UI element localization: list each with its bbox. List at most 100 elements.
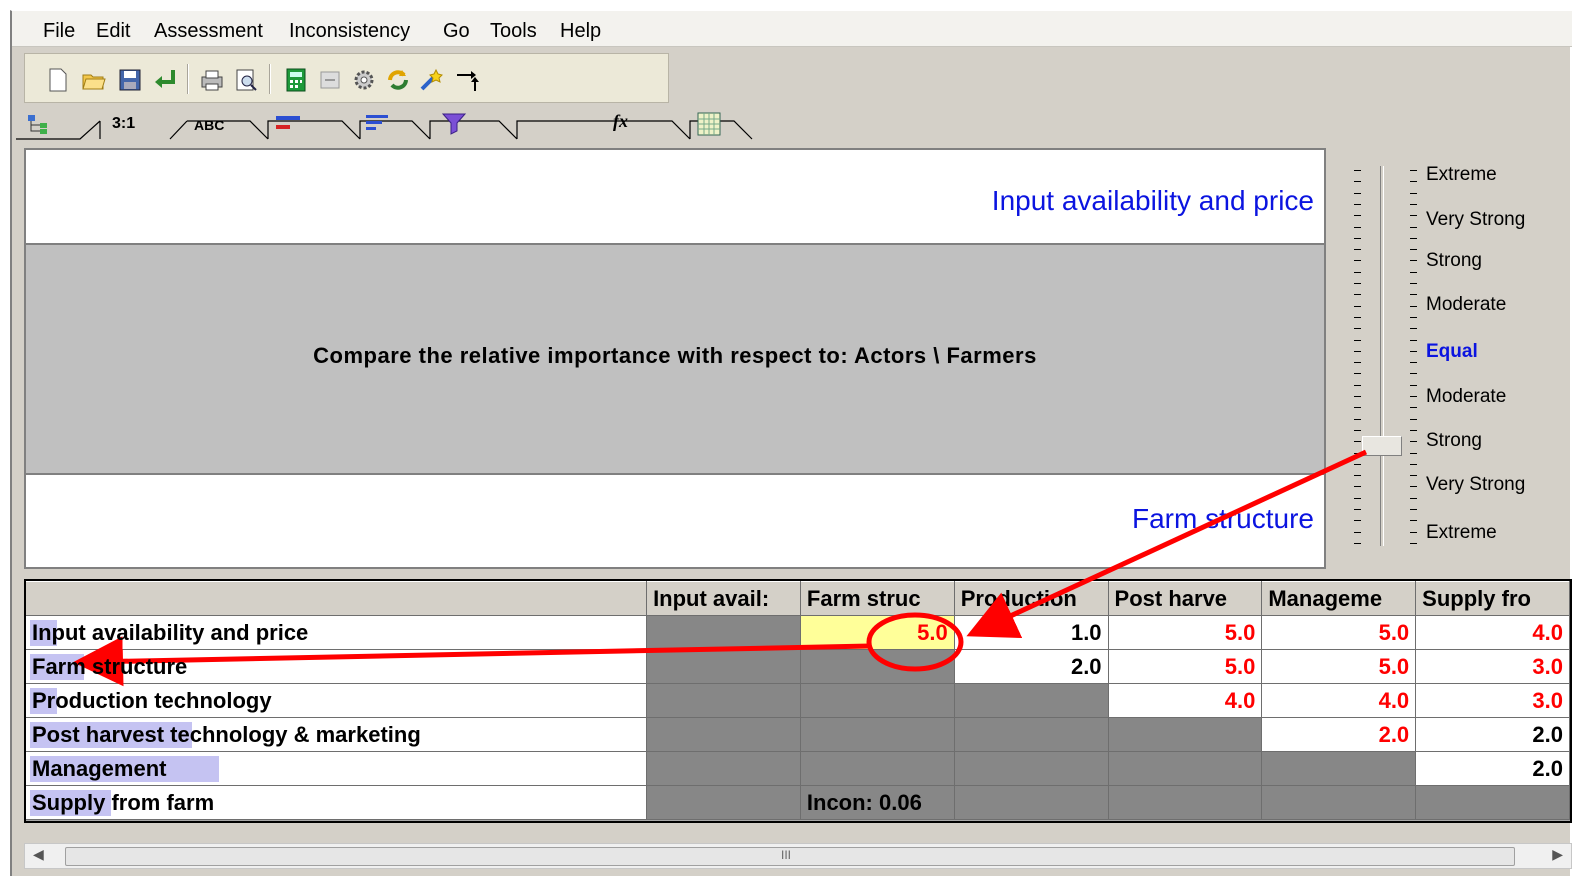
table-row: Production technology 4.0 4.0 3.0 xyxy=(26,683,1570,718)
menu-help[interactable]: Help xyxy=(560,20,601,43)
scale-label-strong-bottom[interactable]: Strong xyxy=(1426,430,1482,452)
matrix-cell[interactable]: 5.0 xyxy=(1261,615,1417,650)
matrix-cell[interactable]: 3.0 xyxy=(1415,683,1570,718)
matrix-cell[interactable]: 2.0 xyxy=(1415,751,1570,786)
scale-tick xyxy=(1354,373,1361,375)
scale-label-equal[interactable]: Equal xyxy=(1426,341,1478,363)
scale-tick xyxy=(1354,509,1361,510)
scale-tick xyxy=(1354,441,1361,443)
scale-tick xyxy=(1410,283,1417,284)
menu-inconsistency[interactable]: Inconsistency xyxy=(289,20,410,43)
matrix-cell[interactable]: 5.0 xyxy=(1108,649,1263,684)
scale-tick xyxy=(1354,283,1361,284)
arrows-icon[interactable] xyxy=(455,67,481,93)
magic-icon[interactable] xyxy=(419,67,445,93)
matrix-cell[interactable]: 4.0 xyxy=(1415,615,1570,650)
scrollbar-thumb[interactable]: III xyxy=(65,847,1515,866)
tab-sort[interactable] xyxy=(364,107,414,147)
row-label[interactable]: Management xyxy=(26,751,648,786)
scale-label-extreme-bottom[interactable]: Extreme xyxy=(1426,522,1497,544)
tab-bar-chart[interactable] xyxy=(274,107,334,147)
menu-tools[interactable]: Tools xyxy=(490,20,537,43)
column-header[interactable]: Farm struc xyxy=(800,581,955,616)
scale-label-moderate-bottom[interactable]: Moderate xyxy=(1426,386,1506,408)
matrix-cell[interactable]: 5.0 xyxy=(1261,649,1417,684)
scale-tick xyxy=(1354,429,1361,431)
tab-table[interactable] xyxy=(696,107,746,147)
undo-icon[interactable] xyxy=(153,67,179,93)
scale-tick xyxy=(1410,170,1417,171)
row-label[interactable]: Input availability and price xyxy=(26,615,648,650)
top-item-card[interactable]: Input availability and price xyxy=(24,148,1326,245)
scale-tick xyxy=(1354,531,1361,533)
scale-label-very-strong-bottom[interactable]: Very Strong xyxy=(1426,474,1525,496)
matrix-cell-empty xyxy=(1108,717,1263,752)
column-header[interactable]: Production xyxy=(954,581,1109,616)
matrix-cell-empty xyxy=(1261,785,1417,820)
app-window: File Edit Assessment Inconsistency Go To… xyxy=(10,10,1572,876)
print-icon[interactable] xyxy=(199,67,225,93)
horizontal-scrollbar[interactable]: ◀ III ▶ xyxy=(24,843,1572,869)
matrix-cell[interactable]: 3.0 xyxy=(1415,649,1570,684)
matrix-cell[interactable]: 4.0 xyxy=(1108,683,1263,718)
scale-tick xyxy=(1354,407,1361,409)
column-header[interactable]: Input avail: xyxy=(646,581,801,616)
inactive-icon[interactable] xyxy=(317,67,343,93)
menu-assessment[interactable]: Assessment xyxy=(154,20,263,43)
save-icon[interactable] xyxy=(117,67,143,93)
tab-formula[interactable]: fx xyxy=(607,107,667,147)
scale-tick xyxy=(1354,542,1361,544)
row-label[interactable]: Farm structure xyxy=(26,649,648,684)
matrix-header-row: Input avail: Farm struc Production Post … xyxy=(26,581,1570,616)
tab-verbal[interactable]: ABC xyxy=(190,107,260,147)
print-preview-icon[interactable] xyxy=(233,67,259,93)
matrix-cell[interactable]: 2.0 xyxy=(954,649,1109,684)
tab-tree[interactable] xyxy=(22,107,82,147)
row-label[interactable]: Supply from farm xyxy=(26,785,648,820)
matrix-cell[interactable]: 5.0 xyxy=(1108,615,1263,650)
open-icon[interactable] xyxy=(81,67,107,93)
slider-thumb[interactable] xyxy=(1362,436,1402,456)
column-header[interactable]: Post harve xyxy=(1108,581,1263,616)
scale-tick xyxy=(1410,203,1417,205)
scale-label-extreme-top[interactable]: Extreme xyxy=(1426,164,1497,186)
scale-tick xyxy=(1410,192,1417,194)
column-header[interactable]: Supply fro xyxy=(1415,581,1570,616)
calculator-icon[interactable] xyxy=(283,67,309,93)
matrix-cell-selected[interactable]: 5.0 xyxy=(800,615,955,650)
column-header[interactable]: Manageme xyxy=(1261,581,1417,616)
table-row: Supply from farm Incon: 0.06 xyxy=(26,785,1570,820)
row-label[interactable]: Post harvest technology & marketing xyxy=(26,717,648,752)
matrix-cell-empty xyxy=(646,785,801,820)
matrix-cell-empty xyxy=(1415,785,1570,820)
scale-label-very-strong-top[interactable]: Very Strong xyxy=(1426,209,1525,231)
matrix-cell[interactable]: 2.0 xyxy=(1415,717,1570,752)
matrix-cell-empty xyxy=(646,717,801,752)
bottom-item-card[interactable]: Farm structure xyxy=(24,473,1326,569)
scale-tick xyxy=(1410,396,1417,397)
scroll-right-icon[interactable]: ▶ xyxy=(1552,846,1563,863)
matrix-cell[interactable]: 2.0 xyxy=(1261,717,1417,752)
tab-funnel[interactable] xyxy=(437,107,497,147)
slider-track[interactable] xyxy=(1380,166,1384,546)
scale-tick xyxy=(1410,305,1417,307)
scale-tick xyxy=(1410,249,1417,251)
gear-icon[interactable] xyxy=(351,67,377,93)
scale-tick xyxy=(1410,373,1417,375)
scale-label-strong-top[interactable]: Strong xyxy=(1426,250,1482,272)
matrix-cell[interactable]: 1.0 xyxy=(954,615,1109,650)
row-label[interactable]: Production technology xyxy=(26,683,648,718)
new-icon[interactable] xyxy=(45,67,71,93)
menu-go[interactable]: Go xyxy=(443,20,470,43)
matrix-cell[interactable]: 4.0 xyxy=(1261,683,1417,718)
scroll-left-icon[interactable]: ◀ xyxy=(33,846,44,863)
scale-tick xyxy=(1410,429,1417,431)
refresh-icon[interactable] xyxy=(385,67,411,93)
scale-label-moderate-top[interactable]: Moderate xyxy=(1426,294,1506,316)
menu-file[interactable]: File xyxy=(43,20,75,43)
scale-tick xyxy=(1354,260,1361,262)
inconsistency-value: Incon: 0.06 xyxy=(800,785,955,820)
tab-numeric[interactable]: 3:1 xyxy=(108,107,168,147)
scale-tick xyxy=(1354,475,1361,477)
menu-edit[interactable]: Edit xyxy=(96,20,130,43)
